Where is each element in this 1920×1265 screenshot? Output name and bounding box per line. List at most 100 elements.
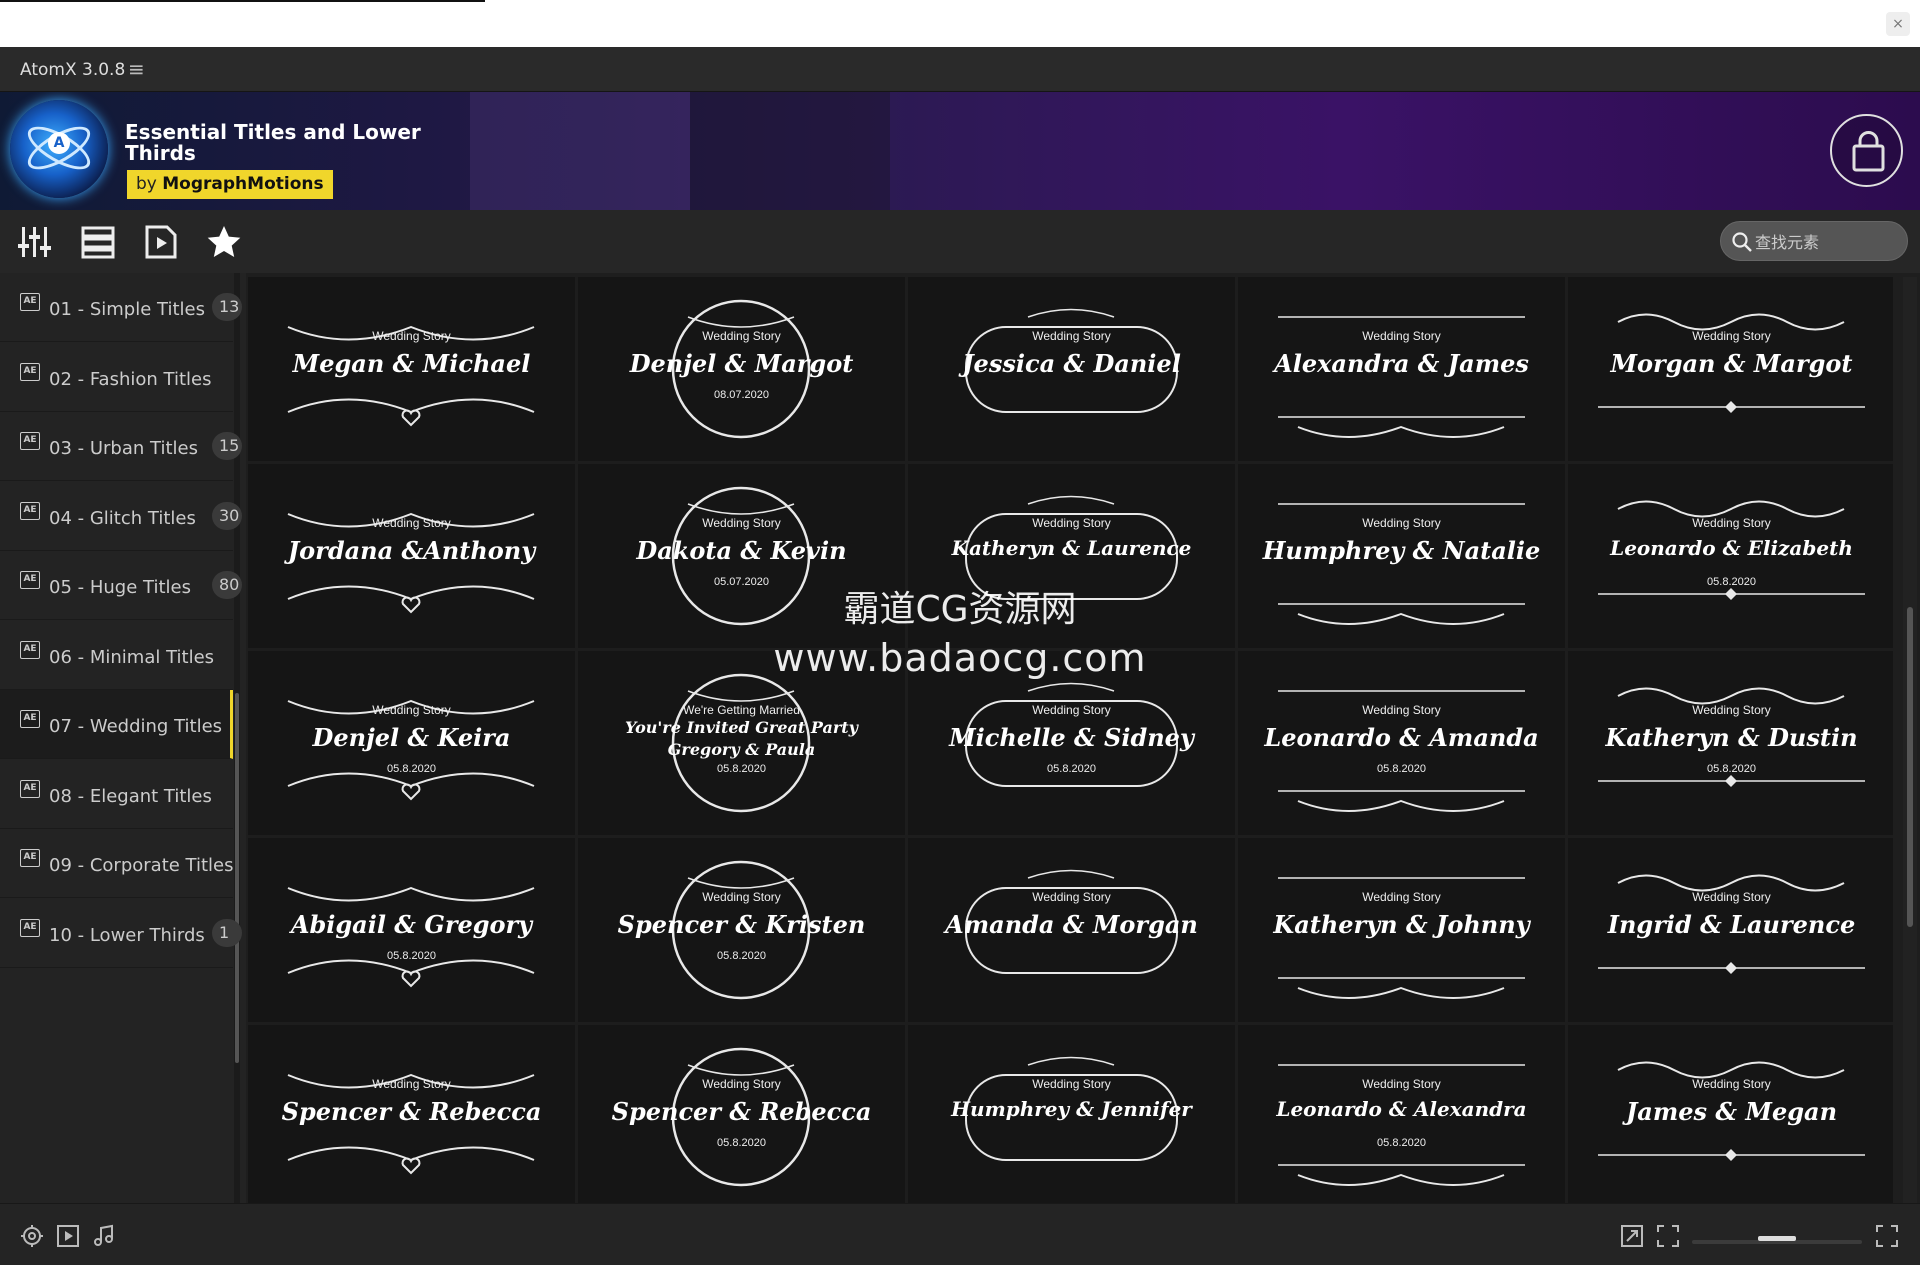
couple-names: Leonardo & Elizabeth (1610, 536, 1853, 560)
pack-title: Essential Titles and Lower Thirds (125, 120, 421, 165)
title-template-grid: Wedding Story Megan & Michael Wedding Sto… (248, 277, 1893, 1203)
wedding-date: 05.8.2020 (717, 763, 766, 775)
watermark: 霸道CG资源网 www.badaocg.com (700, 580, 1220, 680)
fullscreen-icon[interactable] (1656, 1224, 1680, 1248)
wedding-title-thumbnail[interactable]: Wedding Story Spencer & Rebecca (248, 1025, 575, 1203)
tile-heading: Wedding Story (1692, 890, 1771, 904)
wedding-title-thumbnail[interactable]: Wedding Story Jessica & Daniel (908, 277, 1235, 461)
wedding-date: 05.8.2020 (1377, 1137, 1426, 1149)
target-icon[interactable] (20, 1224, 44, 1248)
couple-names: Humphrey & Jennifer (951, 1097, 1192, 1121)
author-badge[interactable]: by MographMotions (127, 170, 333, 199)
search-box[interactable] (1720, 221, 1908, 261)
zoom-slider[interactable] (1692, 1236, 1862, 1244)
tile-heading: Wedding Story (702, 1077, 781, 1091)
wedding-title-thumbnail[interactable]: Wedding Story Leonardo & Amanda 05.8.2020 (1238, 651, 1565, 835)
couple-names: Katheryn & Johnny (1273, 910, 1530, 939)
sidebar-item-category[interactable]: AE 02 - Fashion Titles (0, 343, 233, 412)
pack-banner: A Essential Titles and Lower Thirds by M… (0, 92, 1920, 210)
fit-icon[interactable] (1875, 1224, 1899, 1248)
tile-heading: Wedding Story (1362, 329, 1441, 343)
wedding-date: 05.8.2020 (1707, 576, 1756, 588)
sidebar-item-label: 07 - Wedding Titles (49, 716, 223, 737)
favorites-star-icon[interactable] (206, 224, 242, 260)
wedding-title-thumbnail[interactable]: Wedding Story Leonardo & Alexandra 05.8.20… (1238, 1025, 1565, 1203)
tile-heading: Wedding Story (1362, 1077, 1441, 1091)
tile-heading: Wedding Story (1692, 516, 1771, 530)
wedding-title-thumbnail[interactable]: Abigail & Gregory 05.8.2020 (248, 838, 575, 1022)
couple-names: Denjel & Keira (312, 723, 511, 752)
wedding-title-thumbnail[interactable]: Wedding Story Denjel & Keira 05.8.2020 (248, 651, 575, 835)
sidebar-item-category[interactable]: AE 01 - Simple Titles 13 (0, 273, 242, 342)
wedding-title-thumbnail[interactable]: Wedding Story Denjel & Margot 08.07.2020 (578, 277, 905, 461)
wedding-title-thumbnail[interactable]: Wedding Story James & Megan (1568, 1025, 1893, 1203)
video-preview-icon[interactable] (143, 224, 179, 260)
play-preview-icon[interactable] (56, 1224, 80, 1248)
tile-heading: Wedding Story (372, 329, 451, 343)
wedding-title-thumbnail[interactable]: Wedding Story Amanda & Morgan (908, 838, 1235, 1022)
category-count-badge: 30 (212, 501, 242, 530)
couple-names: Katheryn & Dustin (1605, 723, 1858, 752)
couple-names: Jessica & Daniel (962, 349, 1181, 378)
main-toolbar (0, 210, 1920, 273)
grid-scrollbar[interactable] (1903, 277, 1917, 1203)
couple-names: Leonardo & Amanda (1264, 723, 1539, 752)
tile-heading: Wedding Story (1032, 516, 1111, 530)
sidebar-item-category[interactable]: AE 09 - Corporate Titles (0, 829, 234, 898)
tile-heading: Wedding Story (1032, 1077, 1111, 1091)
music-note-icon[interactable] (92, 1224, 116, 1248)
tile-heading: Wedding Story (1362, 890, 1441, 904)
window-close-button[interactable]: × (1886, 12, 1910, 36)
banner-thumbnail (690, 92, 890, 210)
app-title: AtomX 3.0.8 (20, 60, 126, 80)
couple-names: You're Invited Great Party Gregory & Pau… (625, 718, 858, 759)
wedding-title-thumbnail[interactable]: Wedding Story Katheryn & Johnny (1238, 838, 1565, 1022)
shopping-bag-icon[interactable] (1830, 114, 1903, 187)
sidebar-item-category[interactable]: AE 04 - Glitch Titles 30 (0, 482, 242, 551)
couple-names: Humphrey & Natalie (1262, 536, 1541, 565)
sidebar-scroll-thumb[interactable] (235, 693, 239, 1063)
category-count-badge: 80 (212, 571, 242, 599)
wedding-title-thumbnail[interactable]: Wedding Story Humphrey & Natalie (1238, 464, 1565, 648)
wedding-title-thumbnail[interactable]: Wedding Story Spencer & Kristen 05.8.2020 (578, 838, 905, 1022)
after-effects-icon: AE (20, 918, 40, 937)
tile-heading: Wedding Story (1032, 890, 1111, 904)
zoom-slider-knob[interactable] (1758, 1236, 1796, 1241)
wedding-title-thumbnail[interactable]: Wedding Story Megan & Michael (248, 277, 575, 461)
sidebar-item-category[interactable]: AE 06 - Minimal Titles (0, 621, 233, 690)
expand-icon[interactable] (1620, 1224, 1644, 1248)
sidebar-item-category[interactable]: AE 07 - Wedding Titles (0, 690, 233, 759)
after-effects-icon: AE (20, 293, 40, 311)
grid-scroll-thumb[interactable] (1907, 607, 1913, 927)
hamburger-icon[interactable]: ≡ (128, 57, 145, 81)
sliders-icon[interactable] (17, 224, 53, 260)
wedding-title-thumbnail[interactable]: Wedding Story Spencer & Rebecca 05.8.2020 (578, 1025, 905, 1203)
sidebar-item-category[interactable]: AE 10 - Lower Thirds 1 (0, 899, 242, 968)
wedding-date: 05.8.2020 (1377, 763, 1426, 775)
sidebar-item-category[interactable]: AE 08 - Elegant Titles (0, 760, 233, 829)
sidebar-item-category[interactable]: AE 05 - Huge Titles 80 (0, 551, 242, 620)
category-sidebar: AE 01 - Simple Titles 13 AE 02 - Fashion Tit… (0, 273, 246, 1203)
wedding-title-thumbnail[interactable]: Wedding Story Katheryn & Dustin 05.8.2020 (1568, 651, 1893, 835)
wedding-title-thumbnail[interactable]: Wedding Story Morgan & Margot (1568, 277, 1893, 461)
wedding-title-thumbnail[interactable]: Wedding Story Humphrey & Jennifer (908, 1025, 1235, 1203)
app-titlebar: AtomX 3.0.8 ≡ (0, 47, 1920, 92)
category-count-badge: 15 (212, 432, 242, 460)
sidebar-item-category[interactable]: AE 03 - Urban Titles 15 (0, 412, 242, 481)
wedding-title-thumbnail[interactable]: Wedding Story Ingrid & Laurence (1568, 838, 1893, 1022)
search-input[interactable] (1755, 230, 1895, 254)
couple-names: Katheryn & Laurence (951, 536, 1192, 560)
wedding-title-thumbnail[interactable]: Wedding Story Alexandra & James (1238, 277, 1565, 461)
couple-names: Spencer & Rebecca (281, 1097, 542, 1126)
by-prefix: by (136, 174, 157, 194)
category-count-badge: 1 (212, 918, 242, 947)
sidebar-item-label: 09 - Corporate Titles (49, 855, 234, 876)
wedding-title-thumbnail[interactable]: Wedding Story Jordana &Anthony (248, 464, 575, 648)
tile-heading: Wedding Story (372, 703, 451, 717)
after-effects-icon: AE (20, 362, 40, 381)
list-view-icon[interactable] (80, 224, 116, 260)
wedding-title-thumbnail[interactable]: Wedding Story Leonardo & Elizabeth 05.8.20… (1568, 464, 1893, 648)
couple-names: Jordana &Anthony (287, 536, 536, 565)
tile-heading: Wedding Story (372, 516, 451, 530)
tile-heading: We're Getting Married (683, 703, 800, 717)
